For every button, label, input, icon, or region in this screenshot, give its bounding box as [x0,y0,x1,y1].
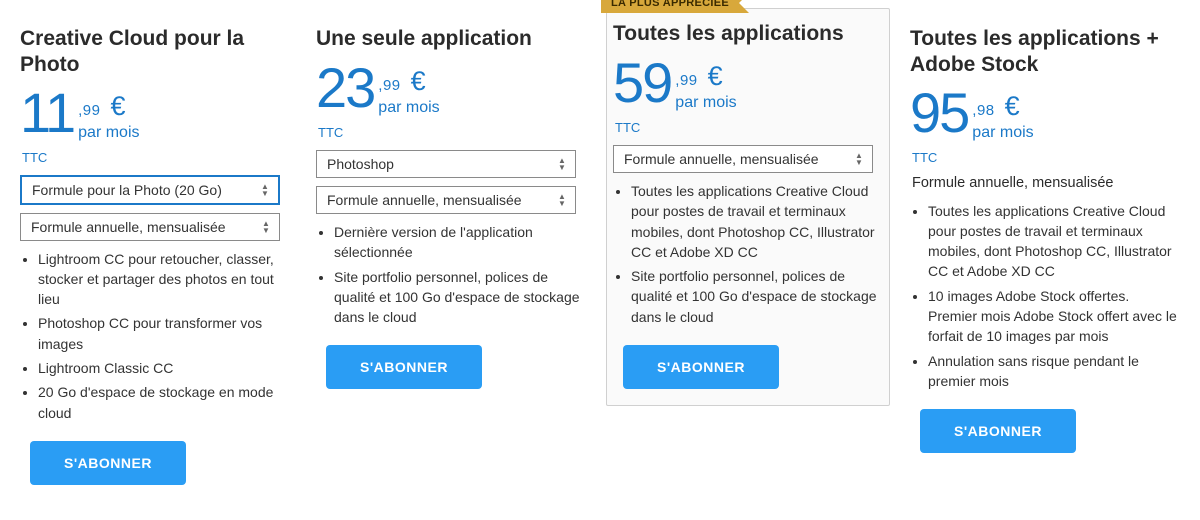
subscribe-button[interactable]: S'ABONNER [623,345,779,389]
select-value: Formule annuelle, mensualisée [31,219,226,235]
price-period: par mois [972,124,1033,142]
stepper-icon: ▲▼ [259,220,273,234]
price-period: par mois [675,94,736,112]
price-major: 95 [910,85,968,141]
list-item: Dernière version de l'application sélect… [334,222,586,263]
select-value: Photoshop [327,156,394,172]
price: 59 ,99 € par mois [613,55,883,112]
pricing-plans: Creative Cloud pour la Photo 11 ,99 € pa… [14,18,1186,501]
featured-ribbon: LA PLUS APPRÉCIÉE [601,0,739,13]
list-item: Toutes les applications Creative Cloud p… [631,181,883,262]
list-item: Toutes les applications Creative Cloud p… [928,201,1180,282]
price-minor: ,99 [675,72,697,89]
billing-label: Formule annuelle, mensualisée [912,175,1180,191]
feature-list: Toutes les applications Creative Cloud p… [613,181,883,327]
tax-label: TTC [318,125,586,140]
subscribe-button[interactable]: S'ABONNER [30,441,186,485]
price: 23 ,99 € par mois [316,60,586,117]
plan-title: Toutes les applications + Adobe Stock [910,26,1180,79]
feature-list: Dernière version de l'application sélect… [316,222,586,327]
plan-title: Toutes les applications [613,21,883,49]
feature-list: Lightroom CC pour retoucher, classer, st… [20,249,290,423]
tax-label: TTC [22,150,290,165]
plan-photo: Creative Cloud pour la Photo 11 ,99 € pa… [14,18,296,501]
subscribe-button[interactable]: S'ABONNER [920,409,1076,453]
billing-select[interactable]: Formule annuelle, mensualisée ▲▼ [20,213,280,241]
plan-title: Creative Cloud pour la Photo [20,26,290,79]
price-major: 11 [20,85,74,141]
stepper-icon: ▲▼ [258,183,272,197]
price-minor: ,99 [378,77,400,94]
stepper-icon: ▲▼ [852,152,866,166]
select-value: Formule annuelle, mensualisée [327,192,522,208]
app-select[interactable]: Photoshop ▲▼ [316,150,576,178]
billing-select[interactable]: Formule annuelle, mensualisée ▲▼ [613,145,873,173]
currency: € [411,66,426,97]
select-value: Formule pour la Photo (20 Go) [32,182,222,198]
select-value: Formule annuelle, mensualisée [624,151,819,167]
plan-single-app: Une seule application 23 ,99 € par mois … [310,18,592,405]
price-period: par mois [378,99,439,117]
price: 95 ,98 € par mois [910,85,1180,142]
currency: € [111,91,126,122]
billing-select[interactable]: Formule annuelle, mensualisée ▲▼ [316,186,576,214]
price-major: 59 [613,55,671,111]
feature-list: Toutes les applications Creative Cloud p… [910,201,1180,392]
price-minor: ,98 [972,102,994,119]
list-item: Lightroom Classic CC [38,358,290,378]
plan-title: Une seule application [316,26,586,54]
list-item: Site portfolio personnel, polices de qua… [631,266,883,327]
currency: € [1005,91,1020,122]
price-period: par mois [78,124,139,142]
stepper-icon: ▲▼ [555,193,569,207]
stepper-icon: ▲▼ [555,157,569,171]
plan-all-apps-stock: Toutes les applications + Adobe Stock 95… [904,18,1186,469]
currency: € [708,61,723,92]
price-minor: ,99 [78,102,100,119]
storage-select[interactable]: Formule pour la Photo (20 Go) ▲▼ [20,175,280,205]
tax-label: TTC [912,150,1180,165]
plan-all-apps: LA PLUS APPRÉCIÉE Toutes les application… [606,8,890,406]
list-item: 20 Go d'espace de stockage en mode cloud [38,382,290,423]
price-major: 23 [316,60,374,116]
list-item: Photoshop CC pour transformer vos images [38,313,290,354]
list-item: Annulation sans risque pendant le premie… [928,351,1180,392]
list-item: Lightroom CC pour retoucher, classer, st… [38,249,290,310]
tax-label: TTC [615,120,883,135]
list-item: 10 images Adobe Stock offertes. Premier … [928,286,1180,347]
list-item: Site portfolio personnel, polices de qua… [334,267,586,328]
subscribe-button[interactable]: S'ABONNER [326,345,482,389]
price: 11 ,99 € par mois [20,85,290,142]
